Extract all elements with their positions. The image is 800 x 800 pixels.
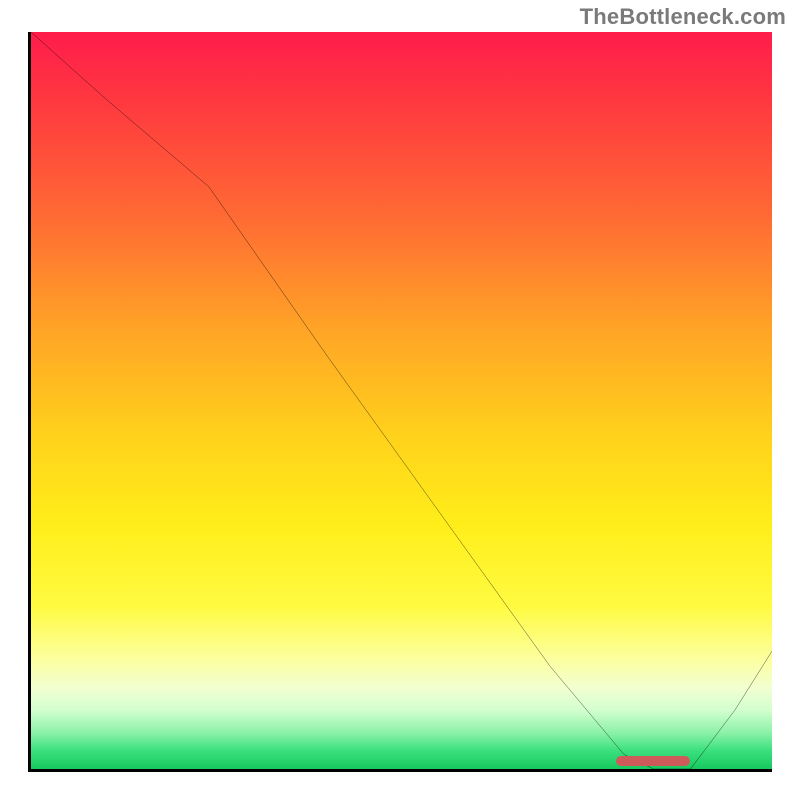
- line-curve: [31, 32, 772, 769]
- chart-container: TheBottleneck.com: [0, 0, 800, 800]
- bottleneck-path: [31, 32, 772, 769]
- optimal-range-marker: [616, 756, 690, 766]
- watermark-text: TheBottleneck.com: [580, 4, 786, 30]
- plot-area: [28, 32, 772, 772]
